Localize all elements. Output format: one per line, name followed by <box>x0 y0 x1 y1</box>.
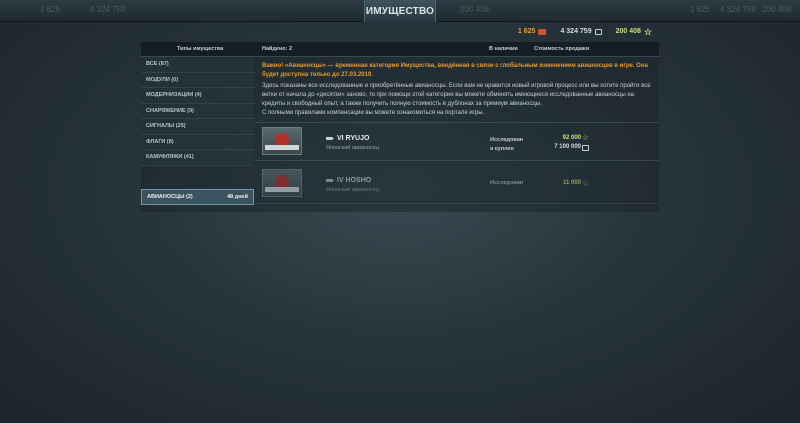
price-xp: 11 000 <box>562 180 581 186</box>
price-credits: 7 100 000 <box>554 144 581 150</box>
credits-icon <box>594 28 602 35</box>
category-equipment[interactable]: СНАРЯЖЕНИЕ (9) <box>141 103 254 119</box>
ghost-text: 1 625 <box>40 5 61 14</box>
ship-row-ryujo[interactable]: VI RYUJO Японский авианосец Исследован и… <box>255 122 659 161</box>
carrier-class-icon <box>326 137 334 140</box>
star-icon: ☆ <box>643 26 652 37</box>
column-header: Типы имущества Найдено: 2 В наличии Стои… <box>141 42 659 57</box>
ship-nation: Японский авианосец <box>326 187 380 193</box>
ship-name: IV HOSHO <box>337 177 372 184</box>
credits-value: 4 324 759 <box>560 28 592 35</box>
ghost-text: 4 324 759 <box>90 5 126 14</box>
ship-status: Исследован и куплен <box>490 136 523 154</box>
carrier-notice: Важно! «Авианосцы» — временная категория… <box>262 62 652 118</box>
notice-body: Здесь показаны все исследованные и приоб… <box>262 83 651 107</box>
price-xp: 92 000 <box>562 135 581 141</box>
category-camouflages[interactable]: КАМУФЛЯЖИ (41) <box>141 150 254 166</box>
category-carriers[interactable]: АВИАНОСЦЫ (2) 48 дней <box>141 189 254 205</box>
ghost-text: 200 408 <box>762 5 791 14</box>
ghost-text: 200 408 <box>460 5 489 14</box>
star-icon: ☆ <box>581 133 589 142</box>
free-xp-value: 200 408 <box>615 28 641 35</box>
ship-status: Исследован <box>490 179 523 188</box>
carrier-class-icon <box>326 179 334 182</box>
free-xp-balance: 200 408 ☆ <box>615 26 652 37</box>
category-flags[interactable]: ФЛАГИ (8) <box>141 134 254 150</box>
column-sale-value[interactable]: Стоимость продажи <box>534 46 589 52</box>
column-found: Найдено: 2 <box>262 46 293 52</box>
carrier-hull <box>265 145 299 150</box>
doubloons-balance: 1 625 <box>518 28 547 35</box>
status-line: и куплен <box>490 146 514 152</box>
ship-thumbnail <box>262 169 302 197</box>
star-icon: ☆ <box>581 179 589 188</box>
category-upgrades[interactable]: МОДЕРНИЗАЦИИ (4) <box>141 88 254 104</box>
carrier-hull <box>265 187 299 192</box>
category-modules[interactable]: МОДУЛИ (0) <box>141 72 254 88</box>
ship-thumbnail <box>262 127 302 155</box>
ghost-text: 1 625 <box>690 5 711 14</box>
ghost-text: 4 324 759 <box>720 5 756 14</box>
currency-bar: 1 625 4 324 759 200 408 ☆ <box>518 26 652 37</box>
notice-body-rules: С полными правилами компенсации вы может… <box>262 110 485 116</box>
category-signals[interactable]: СИГНАЛЫ (25) <box>141 119 254 135</box>
column-types: Типы имущества <box>177 46 224 52</box>
top-bar: 1 625 4 324 759 200 408 1 625 4 324 759 … <box>0 0 800 22</box>
status-line: Исследован <box>490 137 524 143</box>
page-title: ИМУЩЕСТВО <box>364 0 436 22</box>
category-all[interactable]: ВСЕ (87) <box>141 57 254 73</box>
credits-icon <box>582 145 589 152</box>
doubloon-icon <box>538 28 547 35</box>
ship-row-hosho[interactable]: IV HOSHO Японский авианосец Исследован 1… <box>255 165 659 204</box>
notice-warning: Важно! «Авианосцы» — временная категория… <box>262 63 648 78</box>
status-line: Исследован <box>490 180 524 186</box>
ship-nation: Японский авианосец <box>326 145 380 151</box>
doubloons-value: 1 625 <box>517 28 536 35</box>
category-carriers-days: 48 дней <box>227 194 248 200</box>
column-in-stock[interactable]: В наличии <box>489 46 518 52</box>
credits-balance: 4 324 759 <box>560 28 602 35</box>
category-sidebar: ВСЕ (87) МОДУЛИ (0) МОДЕРНИЗАЦИИ (4) СНА… <box>141 57 254 207</box>
ship-name: VI RYUJO <box>337 135 370 142</box>
category-carriers-label: АВИАНОСЦЫ (2) <box>147 194 193 200</box>
